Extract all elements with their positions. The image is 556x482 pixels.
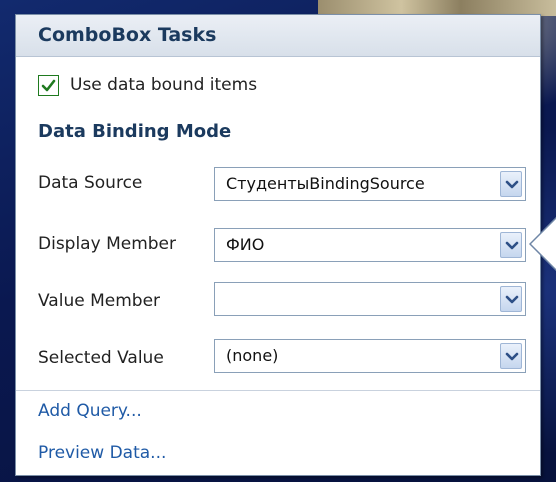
chevron-down-icon <box>505 352 519 361</box>
panel-header: ComboBox Tasks <box>16 15 540 57</box>
display-member-label: Display Member <box>38 234 176 254</box>
data-source-combobox[interactable]: СтудентыBindingSource <box>214 167 526 201</box>
callout-pointer <box>529 216 556 272</box>
display-member-combobox[interactable]: ФИО <box>214 228 526 262</box>
data-source-value: СтудентыBindingSource <box>226 174 425 193</box>
divider <box>16 390 540 391</box>
display-member-value: ФИО <box>226 235 265 254</box>
use-data-bound-items-label[interactable]: Use data bound items <box>70 75 257 95</box>
checkmark-icon <box>41 79 56 92</box>
value-member-dropdown-button[interactable] <box>500 286 522 312</box>
selected-value-value: (none) <box>226 346 279 365</box>
section-title: Data Binding Mode <box>38 121 232 142</box>
data-source-label: Data Source <box>38 173 143 193</box>
selected-value-combobox[interactable]: (none) <box>214 339 526 373</box>
display-member-dropdown-button[interactable] <box>500 232 522 258</box>
combobox-tasks-panel: ComboBox Tasks Use data bound items Data… <box>15 14 541 476</box>
panel-title: ComboBox Tasks <box>38 24 217 46</box>
add-query-link[interactable]: Add Query... <box>38 401 142 421</box>
selected-value-dropdown-button[interactable] <box>500 343 522 369</box>
use-data-bound-items-checkbox[interactable] <box>38 75 59 96</box>
value-member-combobox[interactable] <box>214 282 526 316</box>
preview-data-link[interactable]: Preview Data... <box>38 443 166 463</box>
chevron-down-icon <box>505 180 519 189</box>
chevron-down-icon <box>505 241 519 250</box>
chevron-down-icon <box>505 295 519 304</box>
selected-value-label: Selected Value <box>38 348 164 368</box>
value-member-label: Value Member <box>38 291 161 311</box>
data-source-dropdown-button[interactable] <box>500 171 522 197</box>
